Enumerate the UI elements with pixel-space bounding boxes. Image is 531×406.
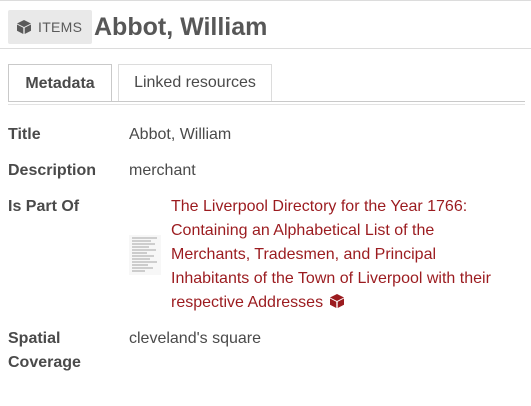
field-value-title: Abbot, William	[129, 126, 232, 143]
linked-item-title-line-2[interactable]: Containing an Alphabetical List of the	[171, 222, 434, 239]
field-label-spatial-coverage-line-2: Coverage	[8, 354, 81, 371]
cube-icon[interactable]	[329, 293, 345, 317]
section-tabs: Metadata Linked resources	[8, 64, 272, 102]
field-value-description: merchant	[129, 162, 196, 179]
field-label-is-part-of: Is Part Of	[8, 198, 80, 215]
field-value-spatial-coverage: cleveland's square	[129, 330, 262, 347]
tabs-divider	[8, 101, 525, 102]
title-divider	[0, 48, 531, 49]
field-label-description: Description	[8, 162, 97, 179]
tab-metadata[interactable]: Metadata	[8, 64, 112, 102]
tab-linked-resources[interactable]: Linked resources	[118, 64, 272, 101]
linked-item-title-line-4[interactable]: Inhabitants of the Town of Liverpool wit…	[171, 270, 491, 287]
is-part-of-link[interactable]: The Liverpool Directory for the Year 176…	[171, 195, 511, 317]
header-top-rule	[0, 0, 531, 1]
field-label-title: Title	[8, 126, 41, 143]
field-label-spatial-coverage-line-1: Spatial	[8, 330, 61, 347]
linked-item-title-line-5[interactable]: respective Addresses	[171, 294, 323, 311]
items-badge-label: ITEMS	[38, 19, 83, 35]
document-thumbnail-icon[interactable]	[129, 235, 161, 275]
tabs-divider-secondary	[8, 104, 525, 105]
cube-icon	[16, 19, 32, 35]
linked-item-title-line-3[interactable]: Merchants, Tradesmen, and Principal	[171, 246, 436, 263]
linked-item-title-line-1[interactable]: The Liverpool Directory for the Year 176…	[171, 198, 467, 215]
page-title: Abbot, William	[94, 13, 268, 41]
items-resource-badge: ITEMS	[8, 10, 93, 44]
